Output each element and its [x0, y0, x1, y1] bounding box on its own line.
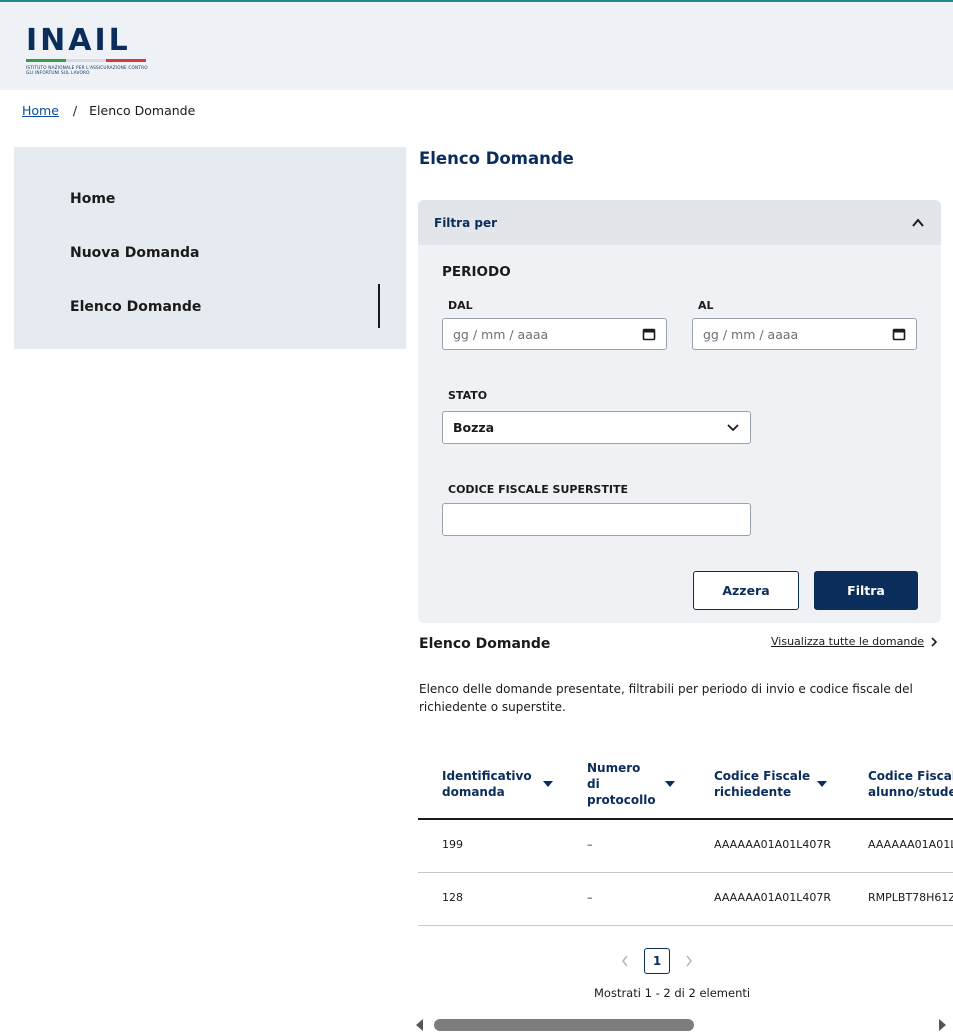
- scrollbar-thumb[interactable]: [434, 1019, 694, 1031]
- row-divider: [418, 925, 953, 926]
- sidebar-nav: Home Nuova Domanda Elenco Domande: [14, 147, 406, 349]
- al-label: AL: [698, 299, 714, 312]
- list-description: Elenco delle domande presentate, filtrab…: [419, 682, 913, 714]
- cell-cf-alunno: RMPLBT78H61Z: [868, 891, 953, 904]
- calendar-icon[interactable]: [892, 327, 906, 341]
- codice-fiscale-superstite-label: CODICE FISCALE SUPERSTITE: [448, 483, 628, 496]
- column-header-line: Numero: [587, 761, 641, 775]
- cell-cf-richiedente: AAAAAA01A01L407R: [714, 891, 831, 904]
- scroll-left-arrow-icon[interactable]: [414, 1018, 426, 1032]
- periodo-label: PERIODO: [442, 264, 511, 280]
- column-header-line: Identificativo: [442, 769, 532, 783]
- view-all-label[interactable]: Visualizza tutte le domande: [771, 635, 924, 648]
- filter-panel: Filtra per PERIODO DAL AL gg / mm / aaaa…: [418, 200, 941, 623]
- calendar-icon[interactable]: [642, 327, 656, 341]
- cell-protocollo: –: [587, 891, 593, 904]
- filter-button[interactable]: Filtra: [814, 571, 918, 610]
- horizontal-scrollbar[interactable]: [412, 1016, 953, 1034]
- scroll-right-arrow-icon[interactable]: [936, 1018, 948, 1032]
- pagination: 1: [620, 948, 694, 974]
- codice-fiscale-superstite-input[interactable]: [442, 503, 751, 536]
- column-header-cf-richiedente[interactable]: Codice Fiscale richiedente: [714, 750, 828, 818]
- list-title: Elenco Domande: [419, 636, 551, 652]
- column-header-cf-alunno[interactable]: Codice Fiscale alunno/studente: [868, 750, 953, 818]
- sort-caret-icon[interactable]: [816, 780, 828, 788]
- column-header-identificativo[interactable]: Identificativo domanda: [442, 750, 554, 818]
- breadcrumb-current: Elenco Domande: [89, 103, 196, 118]
- header-bar: INAIL ISTITUTO NAZIONALE PER L'ASSICURAZ…: [0, 0, 953, 90]
- dal-date-input[interactable]: gg / mm / aaaa: [442, 318, 667, 350]
- row-divider: [418, 872, 953, 873]
- filter-panel-title: Filtra per: [434, 215, 497, 230]
- breadcrumb-home-link[interactable]: Home: [22, 103, 59, 118]
- stato-selected-value: Bozza: [453, 420, 495, 435]
- sidebar-item-nuova-domanda[interactable]: Nuova Domanda: [70, 245, 199, 261]
- cell-identificativo: 128: [442, 891, 463, 904]
- chevron-right-icon[interactable]: [684, 954, 694, 968]
- stato-select[interactable]: Bozza: [442, 411, 751, 444]
- al-date-input[interactable]: gg / mm / aaaa: [692, 318, 917, 350]
- sort-caret-icon[interactable]: [664, 780, 676, 788]
- dal-date-placeholder: gg / mm / aaaa: [453, 326, 549, 342]
- al-date-placeholder: gg / mm / aaaa: [703, 326, 799, 342]
- sidebar-item-home[interactable]: Home: [70, 191, 115, 207]
- reset-button[interactable]: Azzera: [693, 571, 799, 610]
- sidebar-active-indicator: [378, 284, 380, 328]
- chevron-left-icon[interactable]: [620, 954, 630, 968]
- breadcrumb-separator: /: [72, 103, 78, 118]
- filter-panel-header[interactable]: Filtra per: [418, 200, 941, 245]
- pagination-info: Mostrati 1 - 2 di 2 elementi: [594, 986, 751, 1000]
- cell-protocollo: –: [587, 838, 593, 851]
- cell-cf-richiedente: AAAAAA01A01L407R: [714, 838, 831, 851]
- logo-wordmark: INAIL: [26, 23, 131, 58]
- column-header-line: di: [587, 777, 600, 791]
- sidebar-item-elenco-domande[interactable]: Elenco Domande: [70, 299, 201, 315]
- view-all-link[interactable]: Visualizza tutte le domande: [771, 635, 938, 648]
- stato-label: STATO: [448, 389, 488, 402]
- column-header-line: richiedente: [714, 785, 792, 799]
- chevron-down-icon: [727, 423, 739, 431]
- column-header-line: alunno/studente: [868, 785, 953, 799]
- chevron-right-icon: [931, 636, 938, 647]
- logo-subtitle: ISTITUTO NAZIONALE PER L'ASSICURAZIONE C…: [26, 65, 148, 75]
- column-header-line: protocollo: [587, 793, 656, 807]
- breadcrumb: Home / Elenco Domande: [22, 103, 195, 118]
- chevron-up-icon[interactable]: [911, 216, 925, 230]
- column-header-line: Codice Fiscale: [714, 769, 811, 783]
- column-header-protocollo[interactable]: Numero di protocollo: [587, 750, 676, 818]
- cell-cf-alunno: AAAAAA01A01L407R: [868, 838, 953, 851]
- page-title: Elenco Domande: [419, 149, 574, 168]
- page-number-button[interactable]: 1: [644, 948, 670, 974]
- sort-caret-icon[interactable]: [542, 780, 554, 788]
- column-header-line: Codice Fiscale: [868, 769, 953, 783]
- table-header-divider: [418, 818, 953, 820]
- logo-stripes: [26, 59, 146, 62]
- column-header-line: domanda: [442, 785, 505, 799]
- domande-table: Identificativo domanda Numero di protoco…: [418, 750, 953, 928]
- inail-logo[interactable]: INAIL ISTITUTO NAZIONALE PER L'ASSICURAZ…: [26, 26, 156, 80]
- cell-identificativo: 199: [442, 838, 463, 851]
- dal-label: DAL: [448, 299, 473, 312]
